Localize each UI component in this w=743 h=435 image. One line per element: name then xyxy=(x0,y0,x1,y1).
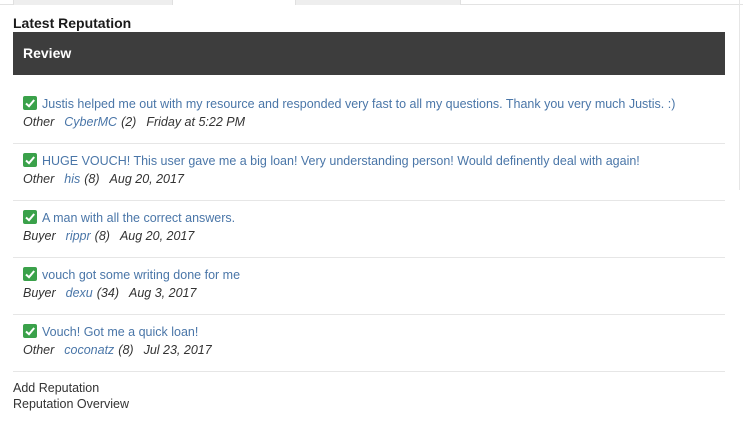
reputation-user-count: (34) xyxy=(96,286,119,300)
reputation-date: Jul 23, 2017 xyxy=(143,343,212,357)
reputation-meta: Other coconatz (8) Jul 23, 2017 xyxy=(23,343,212,357)
tab-right[interactable] xyxy=(295,0,461,5)
reputation-comment-line: Vouch! Got me a quick loan! xyxy=(23,324,198,339)
check-icon xyxy=(23,267,37,281)
right-border xyxy=(739,0,740,190)
reputation-user-count: (8) xyxy=(118,343,134,357)
reputation-user-link[interactable]: his xyxy=(64,172,80,186)
reputation-date: Friday at 5:22 PM xyxy=(146,115,245,129)
reputation-comment-line: A man with all the correct answers. xyxy=(23,210,235,225)
reputation-comment-line: Justis helped me out with my resource an… xyxy=(23,96,675,111)
reputation-type: Buyer xyxy=(23,286,56,300)
reputation-comment-line: vouch got some writing done for me xyxy=(23,267,240,282)
top-tab-strip xyxy=(0,0,743,6)
reputation-list: Justis helped me out with my resource an… xyxy=(13,87,725,372)
reputation-comment[interactable]: Vouch! Got me a quick loan! xyxy=(42,325,198,339)
reputation-item: A man with all the correct answers. Buye… xyxy=(13,201,725,258)
check-icon xyxy=(23,96,37,110)
reputation-user-link[interactable]: rippr xyxy=(66,229,91,243)
check-icon xyxy=(23,210,37,224)
reputation-comment[interactable]: HUGE VOUCH! This user gave me a big loan… xyxy=(42,154,640,168)
reputation-type: Other xyxy=(23,172,55,186)
tab-left[interactable] xyxy=(13,0,173,5)
reputation-date: Aug 20, 2017 xyxy=(119,229,195,243)
reputation-date: Aug 3, 2017 xyxy=(129,286,197,300)
reputation-user-count: (2) xyxy=(121,115,137,129)
reputation-item: Justis helped me out with my resource an… xyxy=(13,87,725,144)
reputation-comment[interactable]: A man with all the correct answers. xyxy=(42,211,235,225)
reputation-type: Other xyxy=(23,343,55,357)
reputation-item: vouch got some writing done for me Buyer… xyxy=(13,258,725,315)
reputation-meta: Other his (8) Aug 20, 2017 xyxy=(23,172,184,186)
reputation-user-link[interactable]: coconatz xyxy=(64,343,114,357)
reputation-item: HUGE VOUCH! This user gave me a big loan… xyxy=(13,144,725,201)
reputation-overview-link[interactable]: Reputation Overview xyxy=(13,396,129,412)
reputation-meta: Buyer rippr (8) Aug 20, 2017 xyxy=(23,229,194,243)
reputation-comment-line: HUGE VOUCH! This user gave me a big loan… xyxy=(23,153,640,168)
reputation-user-count: (8) xyxy=(94,229,110,243)
reputation-comment[interactable]: Justis helped me out with my resource an… xyxy=(42,97,675,111)
reputation-item: Vouch! Got me a quick loan! Other coconat… xyxy=(13,315,725,372)
reputation-type: Other xyxy=(23,115,55,129)
reputation-user-link[interactable]: dexu xyxy=(66,286,93,300)
add-reputation-link[interactable]: Add Reputation xyxy=(13,380,129,396)
check-icon xyxy=(23,324,37,338)
review-table-header: Review xyxy=(13,32,725,75)
footer-links: Add Reputation Reputation Overview xyxy=(13,380,129,412)
reputation-user-link[interactable]: CyberMC xyxy=(64,115,117,129)
reputation-user-count: (8) xyxy=(84,172,100,186)
check-icon xyxy=(23,153,37,167)
tab-active[interactable] xyxy=(172,0,296,5)
reputation-comment[interactable]: vouch got some writing done for me xyxy=(42,268,240,282)
reputation-meta: Other CyberMC (2) Friday at 5:22 PM xyxy=(23,115,245,129)
section-title: Latest Reputation xyxy=(13,15,132,31)
reputation-type: Buyer xyxy=(23,229,56,243)
reputation-date: Aug 20, 2017 xyxy=(109,172,184,186)
reputation-meta: Buyer dexu (34) Aug 3, 2017 xyxy=(23,286,196,300)
